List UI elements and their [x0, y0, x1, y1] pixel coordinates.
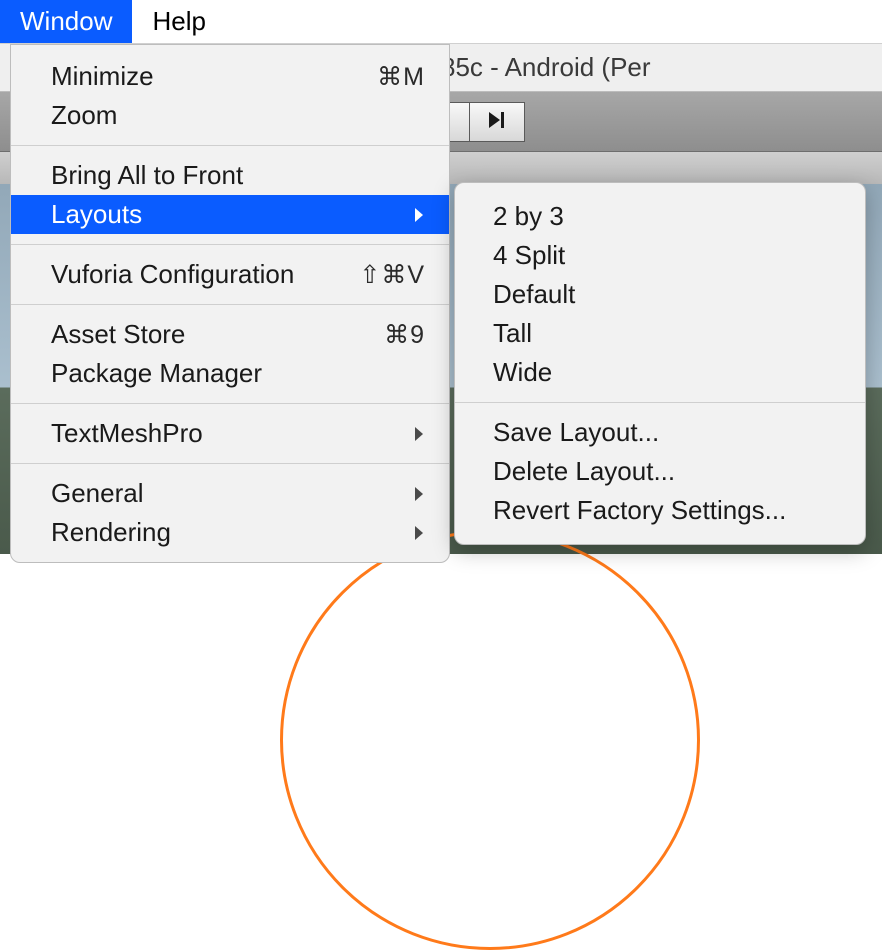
submenu-item-save-layout[interactable]: Save Layout...	[455, 413, 865, 452]
menu-item-package-manager[interactable]: Package Manager	[11, 354, 449, 393]
window-menu: Minimize ⌘M Zoom Bring All to Front Layo…	[10, 44, 450, 563]
menu-label: Delete Layout...	[493, 456, 835, 487]
chevron-right-icon	[409, 486, 425, 502]
menu-label: Default	[493, 279, 835, 310]
menu-shortcut: ⌘M	[377, 62, 425, 92]
gizmo-circle	[280, 530, 700, 950]
menu-item-layouts[interactable]: Layouts	[11, 195, 449, 234]
step-button[interactable]	[469, 102, 525, 142]
submenu-item-wide[interactable]: Wide	[455, 353, 865, 392]
menu-label: Save Layout...	[493, 417, 835, 448]
menu-item-rendering[interactable]: Rendering	[11, 513, 449, 552]
menu-shortcut: ⌘9	[384, 320, 425, 350]
chevron-right-icon	[409, 426, 425, 442]
menu-item-vuforia-configuration[interactable]: Vuforia Configuration ⇧⌘V	[11, 255, 449, 294]
menu-label: Layouts	[51, 199, 409, 230]
submenu-item-revert-factory-settings[interactable]: Revert Factory Settings...	[455, 491, 865, 530]
chevron-right-icon	[409, 525, 425, 541]
layouts-submenu: 2 by 3 4 Split Default Tall Wide Save La…	[454, 182, 866, 545]
menubar-item-help[interactable]: Help	[132, 0, 225, 43]
menu-label: Zoom	[51, 100, 425, 131]
menu-label: Wide	[493, 357, 835, 388]
menubar-item-window[interactable]: Window	[0, 0, 132, 43]
menu-separator	[11, 145, 449, 146]
chevron-right-icon	[409, 207, 425, 223]
menu-item-general[interactable]: General	[11, 474, 449, 513]
menu-separator	[11, 244, 449, 245]
menubar: Window Help	[0, 0, 882, 44]
menu-item-bring-all-to-front[interactable]: Bring All to Front	[11, 156, 449, 195]
submenu-item-2-by-3[interactable]: 2 by 3	[455, 197, 865, 236]
submenu-item-delete-layout[interactable]: Delete Layout...	[455, 452, 865, 491]
menu-shortcut: ⇧⌘V	[359, 260, 425, 290]
menu-separator	[11, 304, 449, 305]
menu-separator	[455, 402, 865, 403]
menu-separator	[11, 403, 449, 404]
menu-label: Tall	[493, 318, 835, 349]
menu-item-textmeshpro[interactable]: TextMeshPro	[11, 414, 449, 453]
menu-label: Asset Store	[51, 319, 384, 350]
menu-label: Revert Factory Settings...	[493, 495, 835, 526]
menu-label: General	[51, 478, 409, 509]
menu-label: Bring All to Front	[51, 160, 425, 191]
menu-item-asset-store[interactable]: Asset Store ⌘9	[11, 315, 449, 354]
submenu-item-4-split[interactable]: 4 Split	[455, 236, 865, 275]
menu-label: Rendering	[51, 517, 409, 548]
step-icon	[487, 108, 507, 136]
submenu-item-default[interactable]: Default	[455, 275, 865, 314]
menu-label: Vuforia Configuration	[51, 259, 359, 290]
menu-label: 2 by 3	[493, 201, 835, 232]
submenu-item-tall[interactable]: Tall	[455, 314, 865, 353]
menu-label: Minimize	[51, 61, 377, 92]
menu-label: Package Manager	[51, 358, 425, 389]
menu-item-zoom[interactable]: Zoom	[11, 96, 449, 135]
menu-label: 4 Split	[493, 240, 835, 271]
menu-separator	[11, 463, 449, 464]
menu-item-minimize[interactable]: Minimize ⌘M	[11, 57, 449, 96]
menu-label: TextMeshPro	[51, 418, 409, 449]
